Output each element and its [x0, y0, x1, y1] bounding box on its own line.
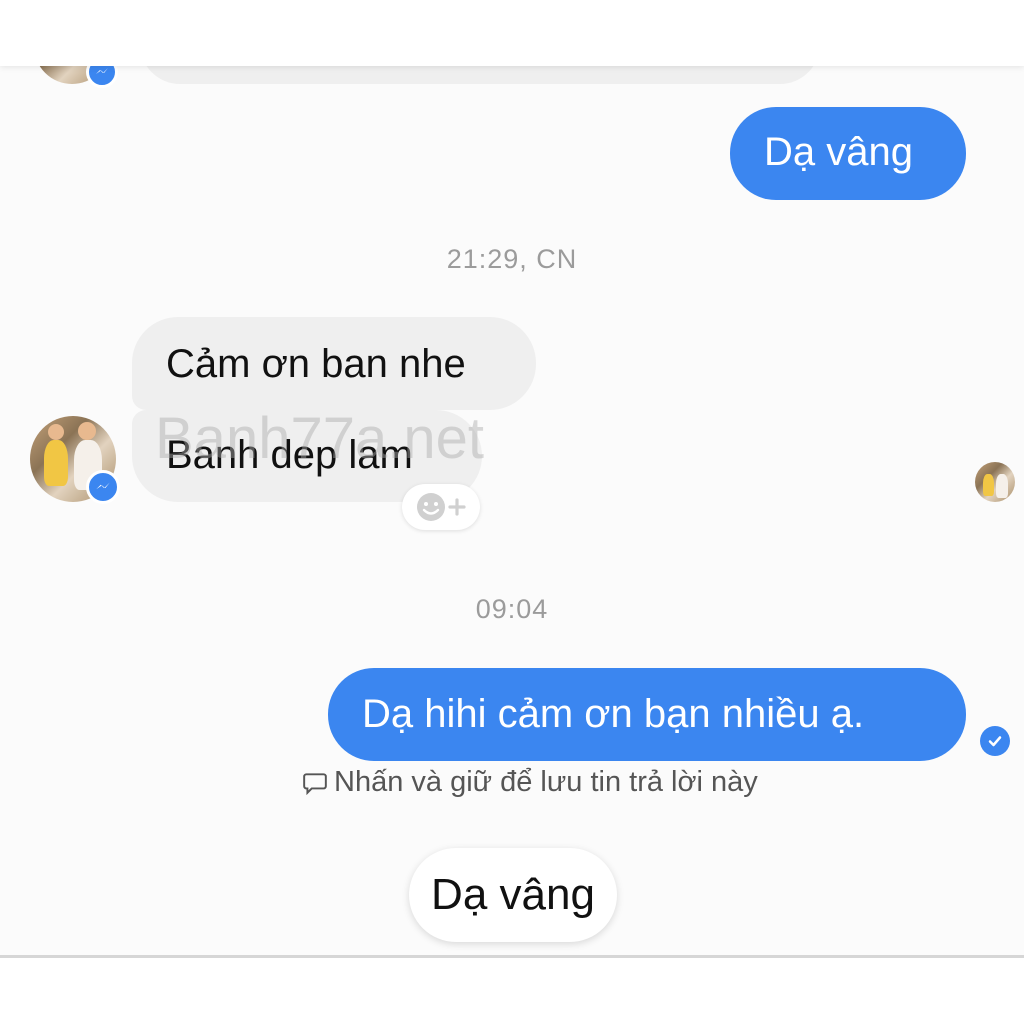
quick-reply-chip[interactable]: Dạ vâng [409, 848, 617, 942]
add-reaction-button[interactable] [402, 484, 480, 530]
messenger-badge-icon [86, 470, 120, 504]
save-reply-hint-text: Nhấn và giữ để lưu tin trả lời này [334, 766, 758, 798]
message-bubble-outgoing[interactable]: Dạ hihi cảm ơn bạn nhiều ạ. [328, 668, 966, 761]
conversation-area[interactable]: Dạ vâng 21:29, CN Cảm ơn ban nhe Banh de… [0, 66, 1024, 956]
add-reaction-icon [417, 493, 466, 521]
watermark: Banh77a.net [155, 406, 484, 471]
message-bubble-incoming[interactable]: Cảm ơn ban nhe [132, 317, 536, 410]
message-timestamp: 21:29, CN [446, 244, 578, 274]
header-bar [0, 0, 1024, 66]
delivered-check-icon [980, 726, 1010, 756]
message-bubble-partial[interactable] [140, 66, 820, 84]
save-reply-hint: Nhấn và giữ để lưu tin trả lời này [302, 766, 758, 799]
messenger-badge-icon [86, 66, 118, 88]
speech-bubble-icon [303, 772, 327, 795]
message-bubble-outgoing[interactable]: Dạ vâng [730, 107, 966, 200]
message-timestamp: 09:04 [475, 594, 549, 624]
seen-avatar [975, 462, 1015, 502]
composer-area [0, 958, 1024, 1024]
